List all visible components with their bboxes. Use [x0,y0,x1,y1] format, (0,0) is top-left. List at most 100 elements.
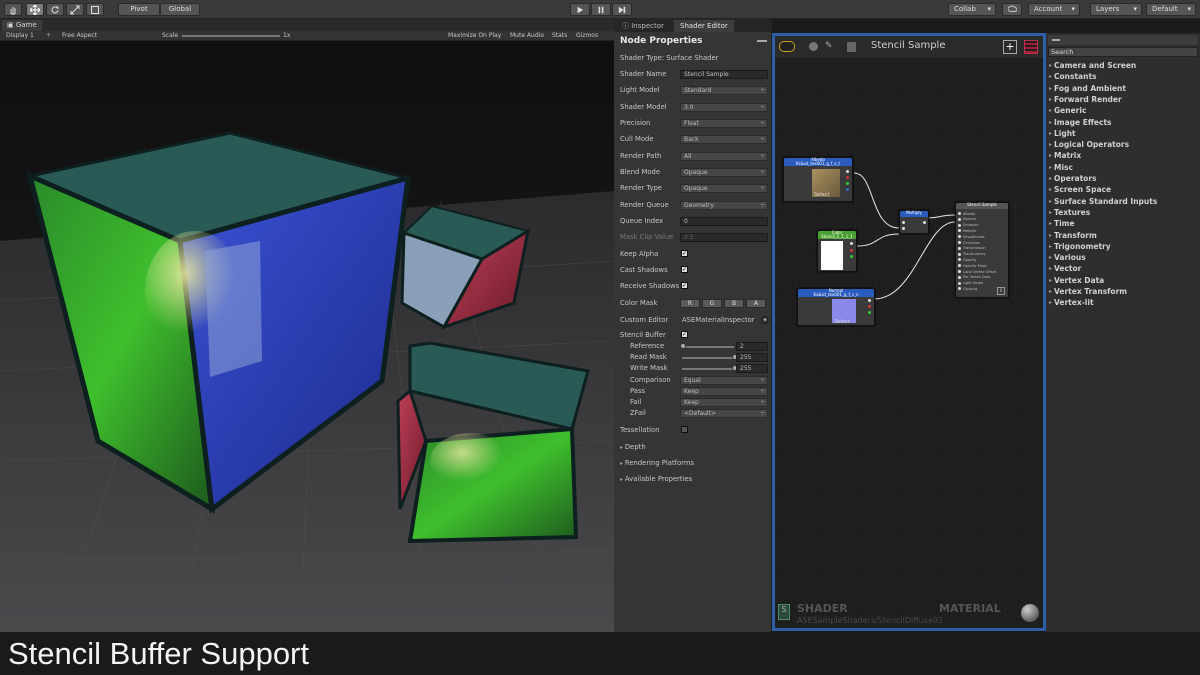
save-indicator-icon[interactable] [779,41,795,52]
color-mask-b-toggle[interactable]: B [724,299,744,308]
reference-slider-knob[interactable] [680,343,686,349]
receive-shadows-checkbox[interactable]: ✓ [681,282,688,289]
color-port-g[interactable] [850,255,853,258]
download-icon[interactable]: ⬇ [997,287,1005,295]
mute-audio-toggle[interactable]: Mute Audio [510,31,544,41]
scale-slider[interactable] [182,35,280,37]
color-swatch[interactable] [821,241,843,270]
output-port-dot[interactable] [958,264,961,268]
add-node-icon[interactable]: + [1003,40,1017,54]
shader-name-input[interactable]: Stencil Sample [680,70,768,79]
palette-category-various[interactable]: Various [1049,253,1086,262]
normal-port-g[interactable] [868,311,871,314]
palette-category-vertex-data[interactable]: Vertex Data [1049,276,1104,285]
normal-port-output[interactable] [868,299,871,302]
fail-dropdown[interactable]: Keep [680,398,768,407]
output-port-dot[interactable] [958,258,961,262]
global-toggle[interactable]: Global [160,3,200,16]
reference-input[interactable]: 2 [736,342,768,351]
palette-category-screen-space[interactable]: Screen Space [1049,185,1111,194]
output-port-dot[interactable] [958,281,961,285]
albedo-port-output[interactable] [846,170,849,173]
light-model-dropdown[interactable]: Standard [680,86,768,95]
step-button[interactable] [612,3,632,16]
pause-button[interactable] [591,3,611,16]
write-mask-slider[interactable] [682,368,734,370]
output-port-dot[interactable] [958,287,961,291]
palette-category-surface-standard-inputs[interactable]: Surface Standard Inputs [1049,197,1157,206]
color-mask-g-toggle[interactable]: G [702,299,722,308]
rotate-tool-icon[interactable] [46,3,64,16]
precision-dropdown[interactable]: Float [680,119,768,128]
palette-category-constants[interactable]: Constants [1049,72,1096,81]
output-port-dot[interactable] [958,229,961,233]
palette-category-operators[interactable]: Operators [1049,174,1096,183]
read-mask-slider[interactable] [682,357,734,359]
tab-game[interactable]: ▣ Game [2,20,42,31]
palette-search-input[interactable]: Search [1048,47,1198,57]
normal-port-r[interactable] [868,305,871,308]
scale-tool-icon[interactable] [66,3,84,16]
gizmos-dropdown[interactable]: Gizmos [576,31,598,41]
output-port-dot[interactable] [958,252,961,256]
render-type-dropdown[interactable]: Opaque [680,184,768,193]
palette-category-vector[interactable]: Vector [1049,264,1081,273]
palette-category-camera-and-screen[interactable]: Camera and Screen [1049,61,1136,70]
output-port-dot[interactable] [958,223,961,227]
output-port-dot[interactable] [958,270,961,273]
display-dropdown[interactable]: Display 1 [6,31,34,41]
palette-category-time[interactable]: Time [1049,219,1074,228]
collapse-icon[interactable] [757,40,767,42]
palette-category-matrix[interactable]: Matrix [1049,151,1081,160]
read-mask-input[interactable]: 255 [736,353,768,362]
rect-tool-icon[interactable] [86,3,104,16]
albedo-texture-node[interactable]: Albedo Ks&sd_tex001_g_f_s_t Select [783,157,853,202]
palette-category-textures[interactable]: Textures [1049,208,1090,217]
collapse-icon[interactable] [1052,39,1060,41]
preview-sphere-icon[interactable] [809,42,818,51]
color-node[interactable]: Color Stencil_1_1_1_1 [817,230,857,272]
reference-slider[interactable] [682,346,734,348]
multiply-port-output[interactable] [923,221,926,224]
output-port-dot[interactable] [958,275,961,279]
move-tool-icon[interactable] [26,3,44,16]
zfail-dropdown[interactable]: <Default> [680,409,768,418]
multiply-port-b[interactable] [902,227,905,230]
maximize-on-play-toggle[interactable]: Maximize On Play [448,31,501,41]
color-mask-r-toggle[interactable]: R [680,299,700,308]
color-port-output[interactable] [850,242,853,245]
output-master-node[interactable]: Stencil Sample Albedo Normal Emission Metal… [955,202,1009,298]
layers-dropdown[interactable]: Layers [1090,3,1142,16]
render-queue-dropdown[interactable]: Geometry [680,201,768,210]
depth-foldout[interactable]: Depth [620,443,646,451]
normal-select-button[interactable]: Select [834,319,849,325]
palette-category-fog-and-ambient[interactable]: Fog and Ambient [1049,84,1126,93]
available-properties-foldout[interactable]: Available Properties [620,475,692,483]
albedo-select-button[interactable]: Select [814,192,829,198]
multiply-node[interactable]: Multiply [899,210,929,234]
palette-category-vertex-lit[interactable]: Vertex-lit [1049,298,1093,307]
normal-texture-node[interactable]: Normal Ks&sd_tex001_g_f_s_n Select [797,288,875,326]
output-port-dot[interactable] [958,246,961,250]
albedo-port-r[interactable] [846,176,849,179]
palette-category-transform[interactable]: Transform [1049,231,1097,240]
comparison-dropdown[interactable]: Equal [680,376,768,385]
layout-dropdown[interactable]: Default [1146,3,1196,16]
multiply-port-a[interactable] [902,221,905,224]
custom-editor-input[interactable]: ASEMaterialInspector [682,316,755,324]
account-dropdown[interactable]: Account [1028,3,1080,16]
albedo-port-g[interactable] [846,182,849,185]
albedo-port-b[interactable] [846,188,849,191]
aspect-dropdown[interactable]: Free Aspect [62,31,97,41]
stencil-buffer-checkbox[interactable]: ✓ [681,331,688,338]
write-mask-input[interactable]: 255 [736,364,768,373]
collab-dropdown[interactable]: Collab [948,3,996,16]
keep-alpha-checkbox[interactable]: ✓ [681,250,688,257]
palette-category-image-effects[interactable]: Image Effects [1049,118,1111,127]
stats-toggle[interactable]: Stats [552,31,567,41]
render-path-dropdown[interactable]: All [680,152,768,161]
play-button[interactable] [570,3,590,16]
tessellation-checkbox[interactable] [681,426,688,433]
cull-mode-dropdown[interactable]: Back [680,135,768,144]
pivot-toggle[interactable]: Pivot [118,3,160,16]
